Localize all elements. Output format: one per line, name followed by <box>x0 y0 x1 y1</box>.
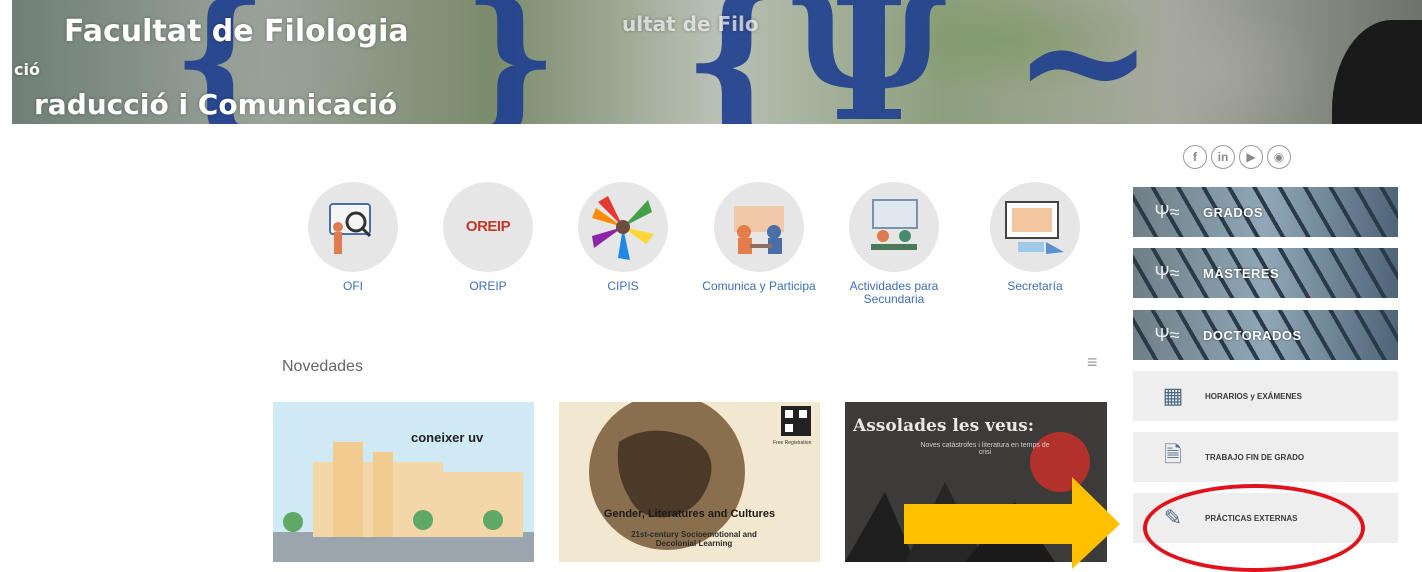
annotation-highlight-ellipse <box>1143 484 1365 572</box>
annotation-arrow <box>904 477 1120 569</box>
